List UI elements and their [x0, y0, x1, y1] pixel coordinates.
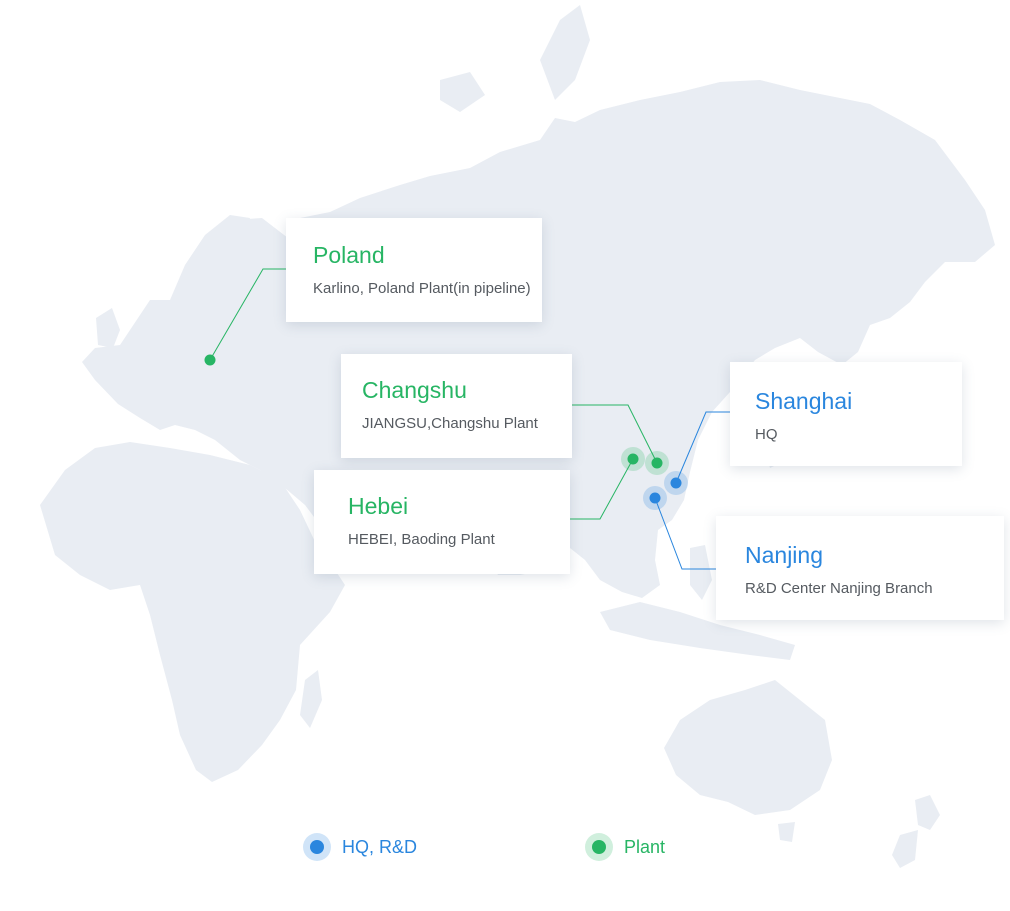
- location-card-shanghai[interactable]: Shanghai HQ: [730, 362, 962, 466]
- legend-hq-rd: HQ, R&D: [303, 832, 417, 862]
- landmass-madagascar: [300, 670, 322, 728]
- marker-hebei[interactable]: [621, 447, 645, 471]
- location-title: Shanghai: [755, 388, 853, 414]
- landmass-tasmania: [778, 822, 795, 842]
- landmass-philippines: [690, 545, 712, 600]
- marker-poland[interactable]: [204, 354, 216, 366]
- location-card-hebei[interactable]: Hebei HEBEI, Baoding Plant: [314, 470, 570, 574]
- marker-shanghai[interactable]: [664, 471, 688, 495]
- location-title: Hebei: [348, 493, 409, 519]
- green-dot-icon: [585, 833, 613, 861]
- landmass-britain: [96, 308, 120, 348]
- location-title: Nanjing: [745, 542, 823, 568]
- location-card-nanjing[interactable]: Nanjing R&D Center Nanjing Branch: [716, 516, 1004, 620]
- marker-nanjing[interactable]: [643, 486, 667, 510]
- blue-dot-icon: [303, 833, 331, 861]
- landmass-novaya-zemlya: [540, 5, 590, 100]
- location-title: Changshu: [362, 377, 467, 403]
- location-description: Karlino, Poland Plant(in pipeline): [313, 280, 531, 297]
- landmass-arctic-island: [440, 72, 485, 112]
- landmass-australia: [664, 680, 832, 815]
- location-card-poland[interactable]: Poland Karlino, Poland Plant(in pipeline…: [286, 218, 542, 322]
- location-description: JIANGSU,Changshu Plant: [362, 415, 538, 432]
- landmass-new-zealand: [892, 795, 940, 868]
- location-description: HEBEI, Baoding Plant: [348, 531, 495, 548]
- legend-label: HQ, R&D: [342, 836, 418, 857]
- location-title: Poland: [313, 242, 385, 268]
- marker-changshu[interactable]: [645, 451, 669, 475]
- location-card-changshu[interactable]: Changshu JIANGSU,Changshu Plant: [341, 354, 572, 458]
- location-description: R&D Center Nanjing Branch: [745, 580, 933, 597]
- legend-plant: Plant: [585, 832, 665, 862]
- legend-label: Plant: [624, 836, 666, 857]
- location-description: HQ: [755, 426, 778, 443]
